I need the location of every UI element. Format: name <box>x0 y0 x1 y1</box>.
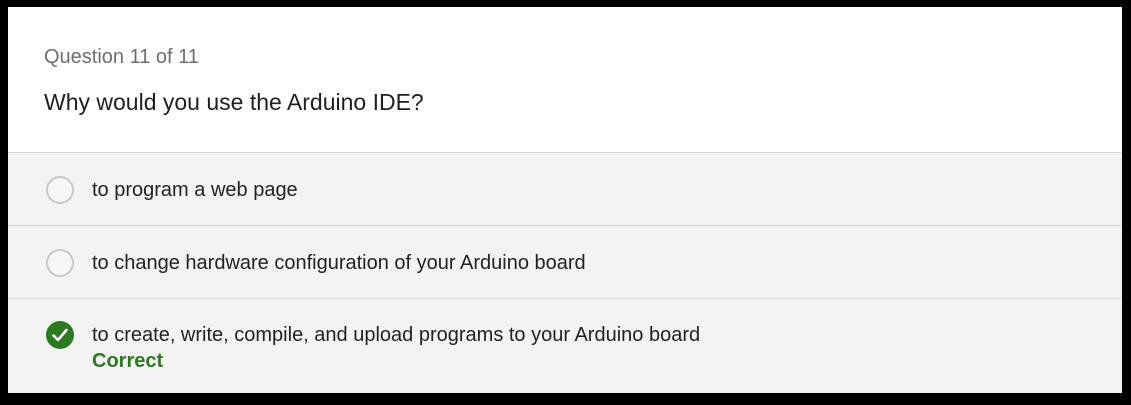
checkmark-icon <box>52 328 68 342</box>
radio-circle-icon[interactable] <box>46 176 74 204</box>
answer-option-2[interactable]: to change hardware configuration of your… <box>8 226 1122 299</box>
answer-option-label: to program a web page <box>92 179 298 201</box>
answer-option-label: to create, write, compile, and upload pr… <box>92 324 701 346</box>
checkmark-circle-icon[interactable] <box>46 321 74 349</box>
radio-circle-icon[interactable] <box>46 249 74 277</box>
question-text: Why would you use the Arduino IDE? <box>44 89 424 115</box>
answer-option-label: to change hardware configuration of your… <box>92 252 586 274</box>
question-progress: Question 11 of 11 <box>44 46 199 68</box>
answer-option-3[interactable]: to create, write, compile, and upload pr… <box>8 299 1122 393</box>
quiz-card: Question 11 of 11 Why would you use the … <box>8 7 1122 393</box>
answer-option-1[interactable]: to program a web page <box>8 153 1122 226</box>
correct-feedback: Correct <box>92 350 164 372</box>
question-header: Question 11 of 11 Why would you use the … <box>8 7 1122 153</box>
